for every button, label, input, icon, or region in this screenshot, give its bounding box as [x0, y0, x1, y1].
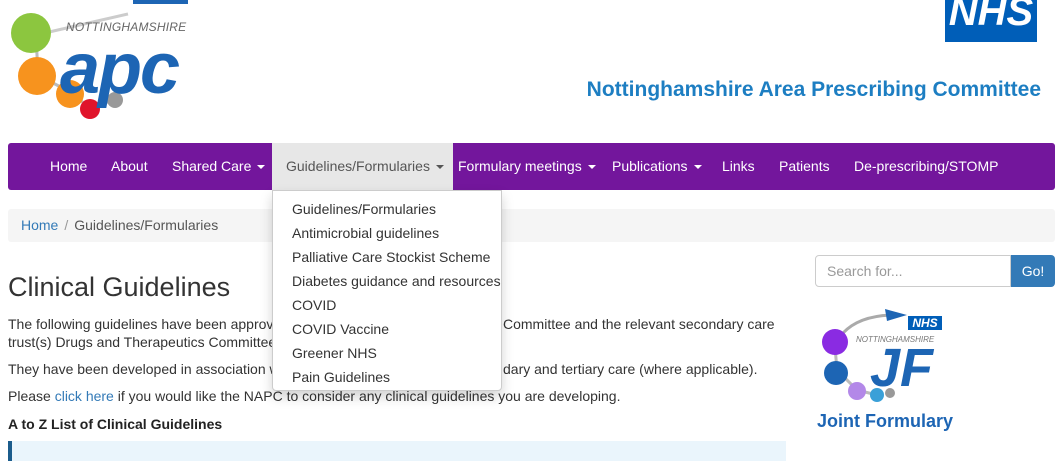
- breadcrumb-current: Guidelines/Formularies: [74, 217, 219, 233]
- nav-about[interactable]: About: [97, 143, 162, 190]
- caret-down-icon: [435, 165, 444, 170]
- nav-deprescribing-stomp[interactable]: De-prescribing/STOMP: [840, 143, 1012, 190]
- dropdown-item-palliative-care[interactable]: Palliative Care Stockist Scheme: [292, 249, 490, 265]
- breadcrumb: Home / Guidelines/Formularies: [8, 209, 1055, 242]
- dropdown-item-diabetes[interactable]: Diabetes guidance and resources: [292, 273, 501, 289]
- caret-down-icon: [693, 165, 702, 170]
- dropdown-item-guidelines-formularies[interactable]: Guidelines/Formularies: [292, 201, 436, 217]
- breadcrumb-separator: /: [64, 217, 69, 233]
- main-navbar: Home About Shared Care Guidelines/Formul…: [8, 143, 1055, 190]
- intro-line-2: trust(s) Drugs and Therapeutics Committe…: [8, 334, 293, 350]
- guidelines-dropdown-menu: Guidelines/Formularies Antimicrobial gui…: [272, 190, 502, 391]
- nav-shared-care[interactable]: Shared Care: [158, 143, 279, 190]
- nav-publications[interactable]: Publications: [598, 143, 716, 190]
- jf-nhs-badge: NHS: [908, 316, 942, 330]
- dropdown-item-pain-guidelines[interactable]: Pain Guidelines: [292, 369, 390, 385]
- guidelines-callout: [8, 441, 786, 461]
- dropdown-item-greener-nhs[interactable]: Greener NHS: [292, 345, 377, 361]
- click-here-link[interactable]: click here: [55, 388, 114, 404]
- az-list-heading: A to Z List of Clinical Guidelines: [8, 416, 223, 432]
- nav-links[interactable]: Links: [708, 143, 769, 190]
- joint-formulary-caption[interactable]: Joint Formulary: [817, 411, 953, 432]
- search-input[interactable]: Search for...: [815, 255, 1011, 287]
- association-text-b: dary and tertiary care (where applicable…: [503, 361, 758, 377]
- jf-mark-text: JF: [870, 338, 934, 398]
- dropdown-item-covid[interactable]: COVID: [292, 297, 336, 313]
- caret-down-icon: [587, 165, 596, 170]
- page-title: Clinical Guidelines: [8, 272, 231, 302]
- intro-line-1a: The following guidelines have been appro…: [8, 316, 301, 332]
- committee-title: Nottinghamshire Area Prescribing Committ…: [586, 78, 1041, 101]
- search-go-button[interactable]: Go!: [1011, 255, 1055, 287]
- nav-formulary-meetings[interactable]: Formulary meetings: [444, 143, 610, 190]
- caret-down-icon: [257, 165, 266, 170]
- breadcrumb-home-link[interactable]: Home: [21, 217, 58, 233]
- nav-guidelines-formularies[interactable]: Guidelines/Formularies: [272, 143, 453, 190]
- nav-patients[interactable]: Patients: [765, 143, 844, 190]
- nav-home[interactable]: Home: [36, 143, 101, 190]
- intro-line-1b: Committee and the relevant secondary car…: [503, 316, 775, 332]
- dropdown-item-antimicrobial[interactable]: Antimicrobial guidelines: [292, 225, 439, 241]
- nhs-logo: NHS: [945, 0, 1037, 42]
- logo-apc-text: apc: [60, 29, 180, 109]
- dropdown-item-covid-vaccine[interactable]: COVID Vaccine: [292, 321, 389, 337]
- association-text-a: They have been developed in association …: [8, 361, 295, 377]
